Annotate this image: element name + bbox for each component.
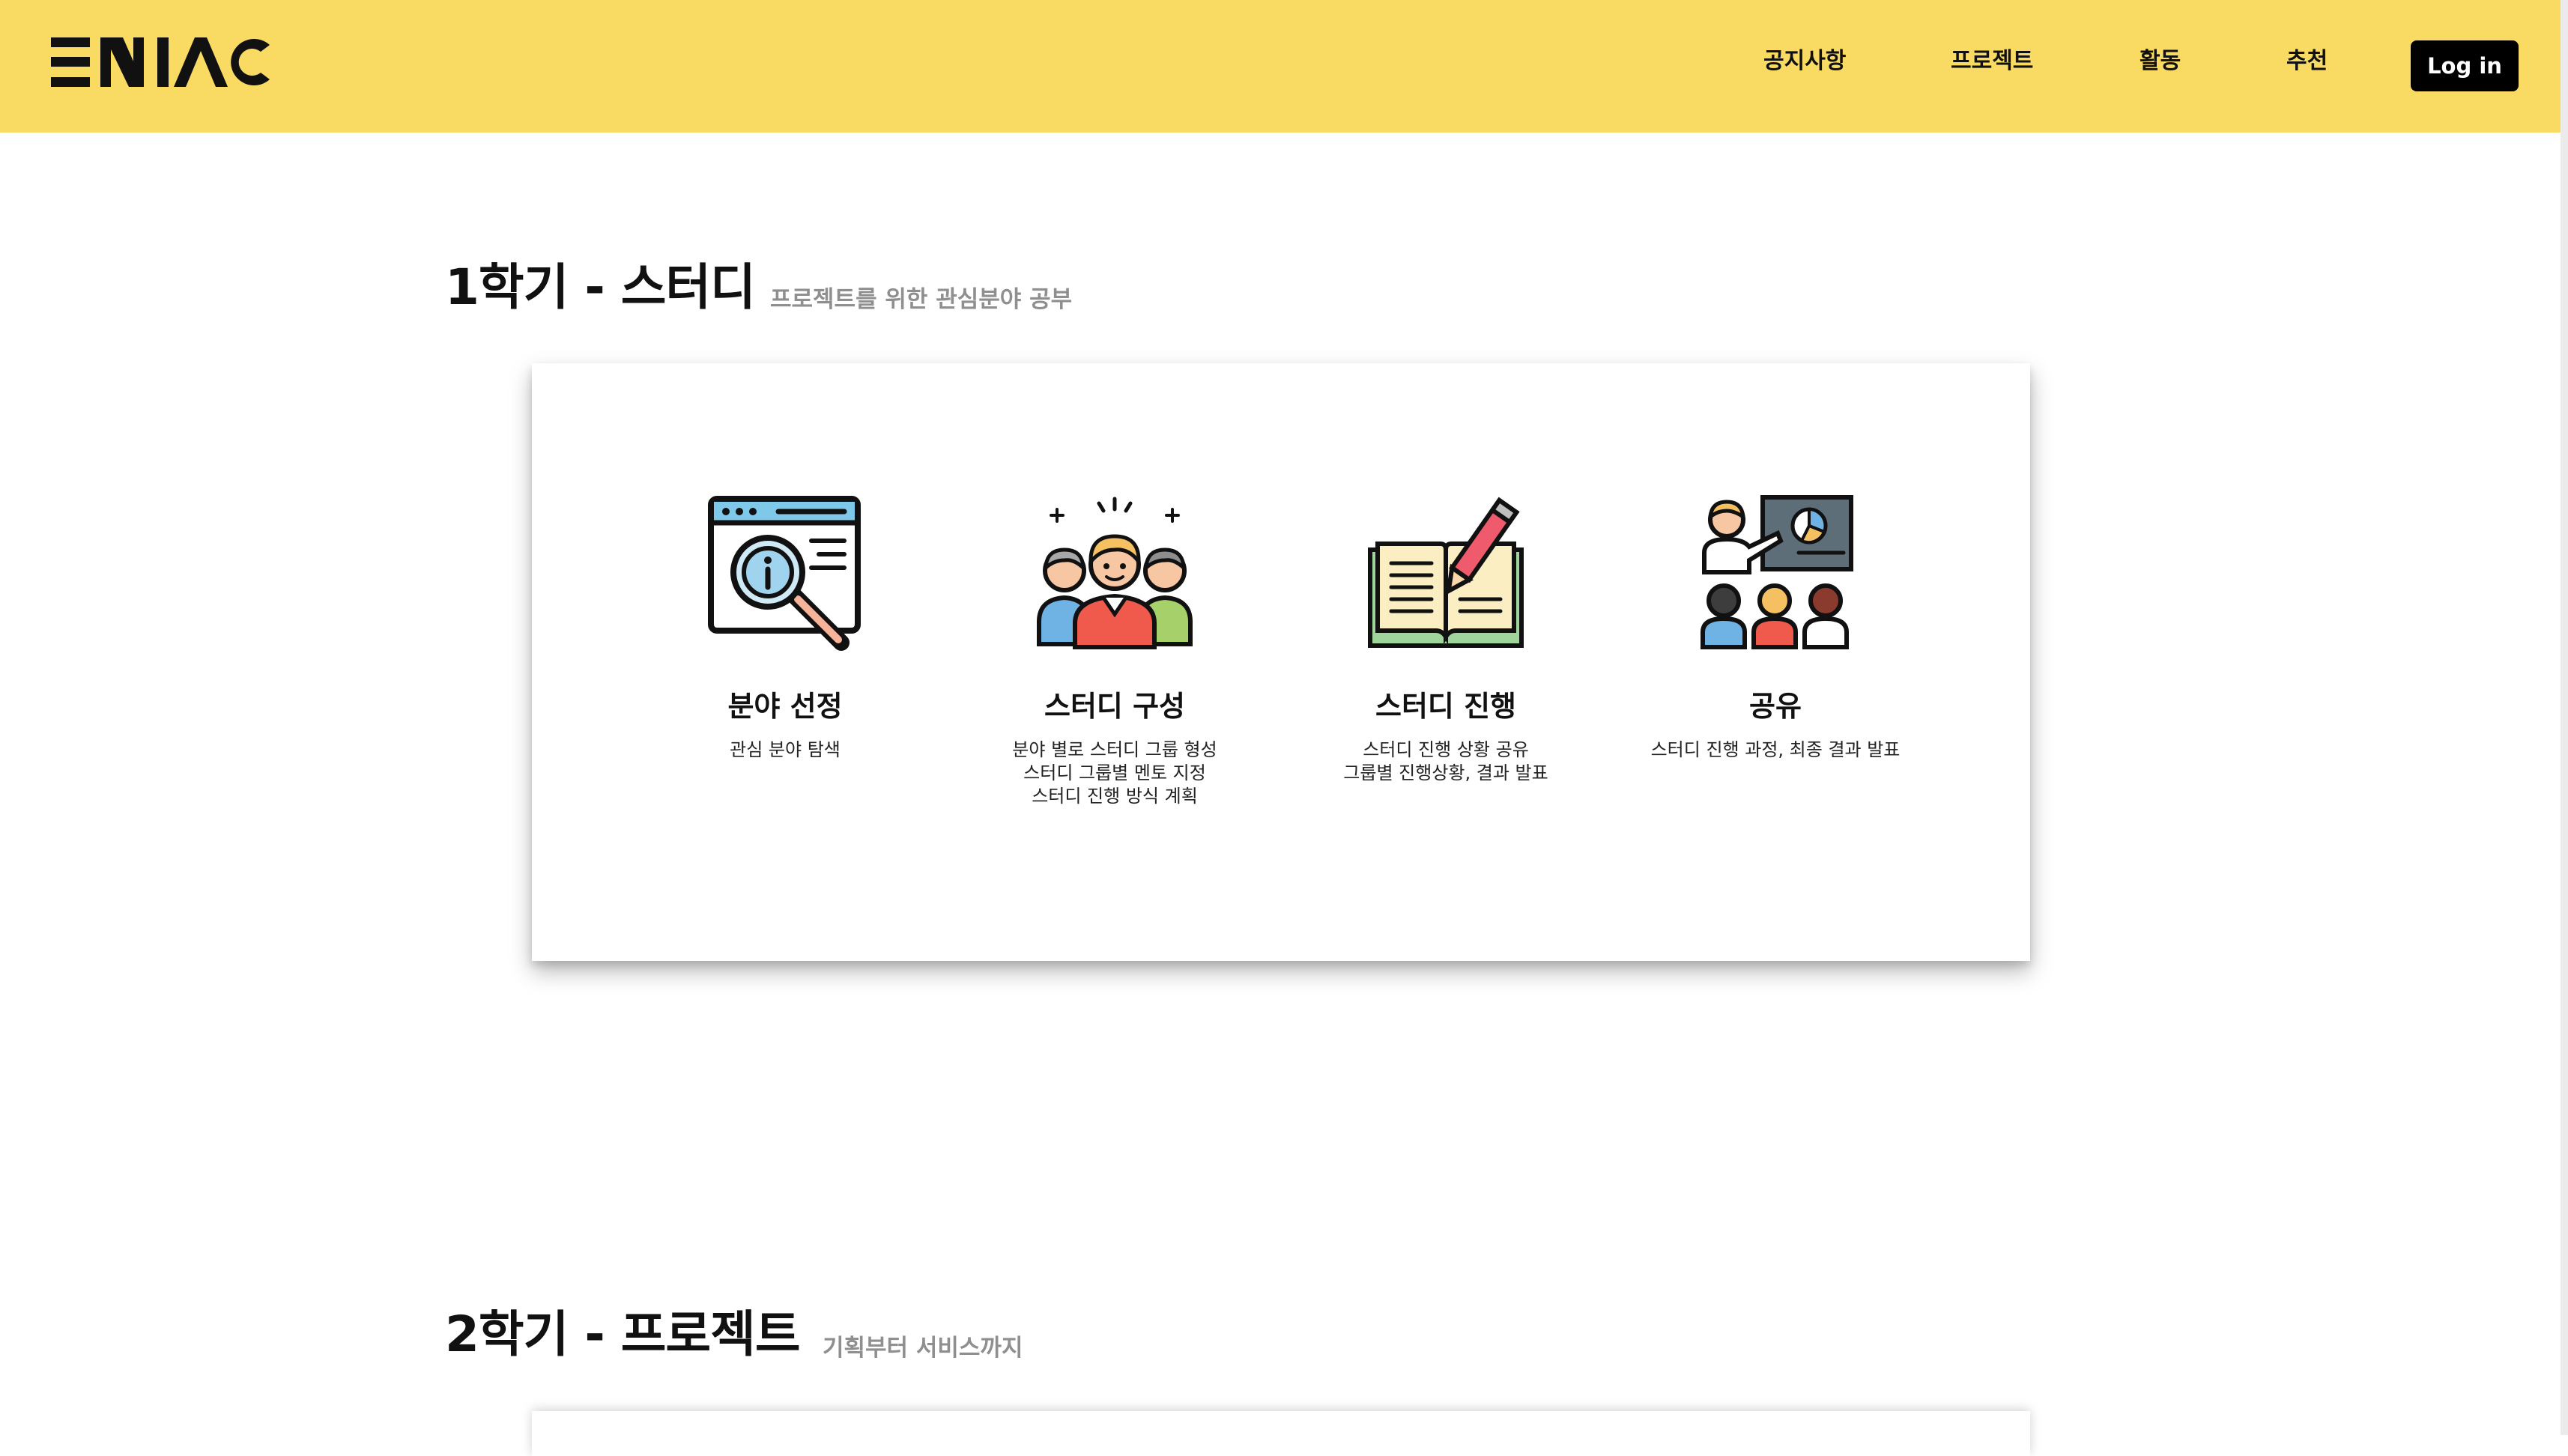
eniac-logo[interactable] <box>51 37 271 87</box>
magnifier-browser-icon <box>708 496 861 651</box>
nav-project[interactable]: 프로젝트 <box>1951 46 2033 76</box>
nav-activity[interactable]: 활동 <box>2140 46 2181 76</box>
step-title: 스터디 진행 <box>1375 690 1517 723</box>
step-description: 관심 분야 탐색 <box>730 739 841 760</box>
step-study-progress: 스터디 진행 스터디 진행 상황 공유 그룹별 진행상황, 결과 발표 <box>1281 494 1611 785</box>
presentation-audience-icon <box>1701 495 1853 649</box>
study-steps-card: 분야 선정 관심 분야 탐색 스터디 구성 분야 별로 스터디 그룹 형성 스터… <box>532 363 2030 961</box>
nav-recommend[interactable]: 추천 <box>2286 46 2328 76</box>
step-description: 스터디 진행 과정, 최종 결과 발표 <box>1650 739 1901 760</box>
step-description: 분야 별로 스터디 그룹 형성 스터디 그룹별 멘토 지정 스터디 진행 방식 … <box>1012 739 1217 807</box>
step-field-selection: 분야 선정 관심 분야 탐색 <box>620 494 950 762</box>
group-people-icon <box>1037 497 1193 649</box>
section-title-semester2: 2학기 - 프로젝트 <box>445 1305 801 1363</box>
step-description: 스터디 진행 상황 공유 그룹별 진행상황, 결과 발표 <box>1343 739 1548 783</box>
nav-notice[interactable]: 공지사항 <box>1763 46 1846 76</box>
section-subtitle-semester2: 기획부터 서비스까지 <box>823 1335 1023 1362</box>
login-button[interactable]: Log in <box>2411 40 2519 91</box>
section-title-semester1: 1학기 - 스터디 <box>445 258 756 316</box>
section-subtitle-semester1: 프로젝트를 위한 관심분야 공부 <box>770 286 1073 313</box>
page-scrollbar[interactable] <box>2561 0 2568 1435</box>
step-study-formation: 스터디 구성 분야 별로 스터디 그룹 형성 스터디 그룹별 멘토 지정 스터디… <box>950 494 1280 808</box>
step-title: 공유 <box>1749 690 1802 723</box>
project-steps-card <box>532 1411 2030 1456</box>
open-book-pencil-icon <box>1368 497 1524 648</box>
step-title: 스터디 구성 <box>1044 690 1186 723</box>
top-header: 공지사항 프로젝트 활동 추천 Log in <box>0 0 2568 133</box>
step-title: 분야 선정 <box>727 690 843 723</box>
step-sharing: 공유 스터디 진행 과정, 최종 결과 발표 <box>1611 494 1940 762</box>
